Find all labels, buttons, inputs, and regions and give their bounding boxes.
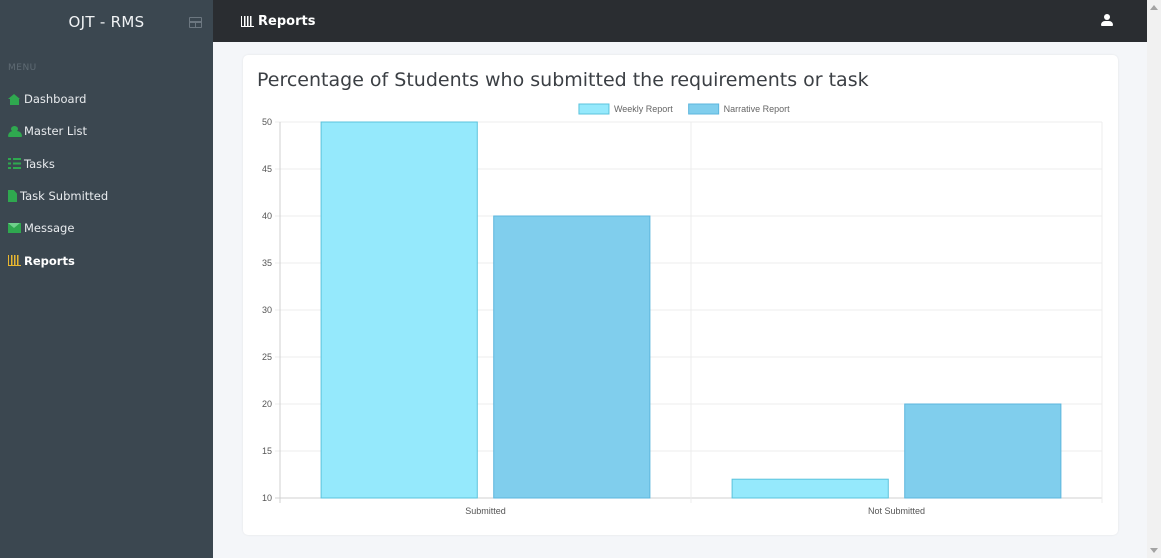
bar-narrative-report [493,215,651,499]
sidebar-item-master-list[interactable]: Master List [0,115,213,147]
legend-label: Weekly Report [614,104,673,114]
sidebar-item-label: Tasks [24,156,55,171]
legend-swatch [688,103,720,115]
brand: OJT - RMS [0,0,213,44]
file-icon [8,190,17,203]
y-tick-label: 25 [262,352,272,362]
users-icon [8,125,22,137]
legend-label: Narrative Report [724,104,791,114]
report-card: Percentage of Students who submitted the… [243,55,1118,535]
topbar: Reports [213,0,1147,42]
sidebar-toggle-icon[interactable] [189,17,202,28]
y-tick-label: 45 [262,164,272,174]
sidebar-item-dashboard[interactable]: Dashboard [0,83,213,115]
sidebar-item-task-submitted[interactable]: Task Submitted [0,180,213,212]
sidebar-item-label: Message [24,221,75,236]
bar-weekly-report [731,478,889,499]
page-title-text: Reports [258,13,316,29]
envelope-icon [8,223,21,234]
sidebar-item-label: Master List [24,124,88,139]
sidebar-item-message[interactable]: Message [0,212,213,244]
bar-narrative-report [904,403,1062,499]
page-scrollbar[interactable] [1147,0,1161,558]
x-tick-label: Not Submitted [868,506,925,516]
scroll-up-arrow-icon[interactable] [1150,5,1158,10]
sidebar: OJT - RMS MENU Dashboard Master List Tas… [0,0,213,558]
bar-chart-icon [8,255,21,267]
sidebar-item-label: Task Submitted [20,189,109,204]
y-tick-label: 15 [262,446,272,456]
sidebar-nav: Dashboard Master List Tasks Task Submitt… [0,83,213,277]
y-tick-label: 30 [262,305,272,315]
sidebar-item-tasks[interactable]: Tasks [0,148,213,180]
bar-chart-icon [241,15,254,27]
page-title: Reports [241,14,315,29]
sidebar-item-label: Reports [24,253,75,268]
brand-title: OJT - RMS [68,13,145,31]
home-icon [8,93,21,105]
bar-chart: 10 15 20 25 30 35 40 45 50 Submitted Not Submitted… [262,103,1103,516]
y-tick-label: 20 [262,399,272,409]
user-icon[interactable] [1101,14,1113,27]
sidebar-item-label: Dashboard [24,92,87,107]
tasks-icon [8,158,21,170]
sidebar-item-reports[interactable]: Reports [0,244,213,276]
legend-swatch [578,103,610,115]
menu-heading: MENU [8,63,37,73]
y-tick-label: 10 [262,493,272,503]
y-tick-label: 40 [262,211,272,221]
scroll-down-arrow-icon[interactable] [1150,548,1158,553]
bar-weekly-report [320,121,478,499]
x-tick-label: Submitted [465,506,506,516]
y-tick-label: 35 [262,258,272,268]
y-tick-label: 50 [262,117,272,127]
